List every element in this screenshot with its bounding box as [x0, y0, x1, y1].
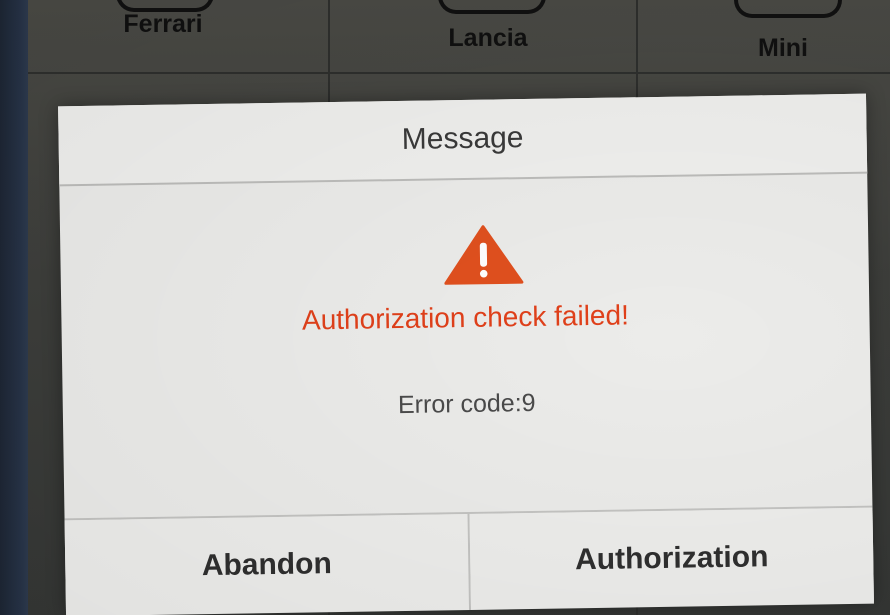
warning-triangle-icon — [444, 225, 524, 285]
brand-tile-mini[interactable]: Mini — [688, 34, 878, 63]
brand-logo-icon — [734, 0, 842, 18]
brand-logo-icon — [438, 0, 546, 14]
abandon-button[interactable]: Abandon — [64, 513, 472, 615]
dialog-header: Message — [58, 93, 868, 187]
dialog-title: Message — [401, 121, 524, 156]
grid-divider — [28, 72, 890, 74]
message-dialog: Message Authorization check failed! Erro… — [58, 93, 874, 615]
dialog-footer: Abandon Authorization — [64, 505, 874, 615]
alert-message: Authorization check failed! — [301, 299, 630, 336]
brand-tile-ferrari[interactable]: Ferrari — [68, 10, 258, 39]
authorization-button[interactable]: Authorization — [469, 507, 874, 610]
device-screen: Ferrari Lancia Mini Message Authorizatio… — [0, 0, 890, 615]
device-bezel — [0, 0, 28, 615]
brand-tile-lancia[interactable]: Lancia — [388, 24, 588, 53]
error-code: Error code:9 — [397, 388, 536, 420]
